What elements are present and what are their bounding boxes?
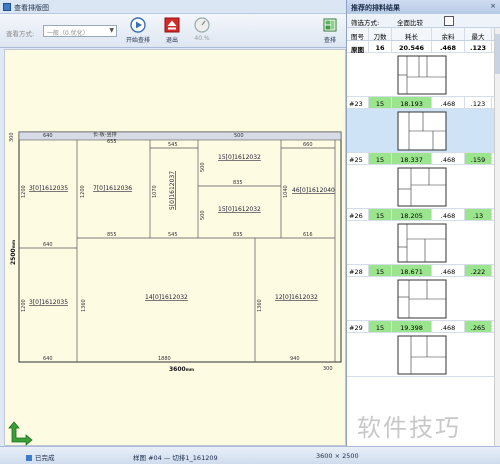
col-header[interactable]: 最大 [465, 28, 492, 41]
part-label: 7[0]1612036 [93, 185, 132, 192]
dim-label: 500 [200, 162, 206, 172]
watermark: 软件技巧 [357, 414, 461, 442]
dim-label: 1040 [283, 185, 289, 198]
part-label: 14[0]1612032 [145, 294, 188, 301]
result-row[interactable]: #25 15 18.337 .468 .159 [347, 153, 500, 165]
layout-thumbnail[interactable] [347, 277, 500, 321]
start-layout-button[interactable]: 开始查排 [122, 17, 154, 47]
dim-label: 835 [233, 232, 243, 238]
results-panel-title: 推荐的排料结果 × [347, 0, 500, 14]
status-right: 3600 × 2500 [316, 452, 359, 460]
part-label: 5[0]1612037 [169, 171, 176, 210]
sheet-label: 长-板-竖排 [93, 131, 117, 138]
result-row[interactable]: #28 15 18.671 .468 .222 [347, 265, 500, 277]
layout-canvas: 3[0]1612035 3[0]1612035 7[0]1612036 5[0]… [4, 49, 346, 446]
dim-label: 1070 [152, 185, 158, 198]
chevron-down-icon: ▼ [109, 27, 114, 34]
result-row[interactable]: #29 15 19.398 .468 .265 [347, 321, 500, 333]
filter-label: 筛选方式: [351, 19, 380, 27]
exit-icon [164, 17, 180, 33]
dim-label: 1360 [81, 299, 87, 312]
exit-button[interactable]: 退出 [156, 17, 188, 47]
col-header[interactable]: 耗长 [392, 28, 432, 41]
thumbnail-preview [397, 335, 447, 375]
part-label: 46[0]1612040 [292, 187, 335, 194]
thumbnail-preview [397, 167, 447, 207]
window-title: 查看排版图 [14, 4, 49, 12]
thumbnail-preview [397, 111, 447, 151]
progress-button[interactable]: 40.% [186, 17, 218, 47]
layout-thumbnail[interactable] [347, 221, 500, 265]
dim-label: 500 [200, 210, 206, 220]
dim-label: 616 [303, 232, 313, 238]
dim-label: 640 [43, 242, 53, 248]
filter-select[interactable]: 全面比较 [397, 17, 423, 27]
filter-bar: 筛选方式: 全面比较 [347, 14, 500, 28]
app-icon [3, 3, 11, 11]
dim-label: 1200 [21, 185, 27, 198]
dim-label: 855 [107, 232, 117, 238]
layout-view-button[interactable]: 查排 [314, 17, 346, 47]
dim-label: 545 [168, 232, 178, 238]
results-header: 图号 刀数 耗长 余料 最大 [347, 28, 500, 41]
layout-icon [323, 18, 337, 32]
dim-label: 1200 [21, 299, 27, 312]
scrollbar-thumb[interactable] [495, 34, 500, 74]
grid-icon[interactable] [444, 16, 454, 26]
trim-strip [18, 131, 342, 141]
results-scrollbar[interactable] [494, 28, 500, 446]
trim-top-label: 300 [9, 132, 15, 142]
close-icon[interactable]: × [490, 2, 496, 10]
dim-label: 640 [43, 133, 53, 139]
dim-label: 640 [43, 356, 53, 362]
layout-thumbnail[interactable] [347, 53, 500, 97]
summary-row[interactable]: 原图 16 20.546 .468 .123 [347, 41, 500, 54]
sheet-label-2: 655 [107, 139, 117, 145]
trim-right-label: 300 [323, 366, 333, 372]
col-header[interactable]: 图号 [347, 28, 369, 41]
view-mode-label: 查看方式: [6, 30, 35, 38]
dim-label: 1200 [80, 185, 86, 198]
thumbnail-preview [397, 223, 447, 263]
dim-label: 500 [234, 133, 244, 139]
view-mode-select[interactable]: 一般（0.优化） ▼ [43, 25, 117, 37]
gauge-icon [194, 17, 210, 33]
board-outline [18, 131, 342, 363]
status-middle: 样图 #04 — 切排1_161209 [133, 454, 218, 462]
cutting-diagram: 3[0]1612035 3[0]1612035 7[0]1612036 5[0]… [9, 131, 342, 373]
dim-label: 660 [303, 142, 313, 148]
part-label: 15[0]1612032 [218, 154, 261, 161]
col-header[interactable]: 刀数 [369, 28, 392, 41]
layout-thumbnail[interactable] [347, 333, 500, 377]
play-icon [130, 17, 146, 33]
status-bar: 已完成 样图 #04 — 切排1_161209 3600 × 2500 [0, 446, 500, 464]
part-label: 3[0]1612035 [29, 185, 68, 192]
result-row[interactable]: #26 15 18.205 .468 .13 [347, 209, 500, 221]
thumbnail-preview [397, 279, 447, 319]
board-width-label: 3600mm [169, 366, 194, 373]
window-titlebar: 查看排版图 [0, 0, 346, 14]
status-icon [26, 455, 32, 461]
board-height-label: 2500mm [10, 240, 17, 265]
toolbar: 查看方式: 一般（0.优化） ▼ 开始查排 退出 40.% 查排 [0, 14, 346, 48]
status-left: 已完成 [26, 452, 55, 462]
layout-thumbnail[interactable] [347, 165, 500, 209]
dim-label: 545 [168, 142, 178, 148]
dim-label: 1360 [257, 299, 263, 312]
axis-gizmo-icon [8, 421, 33, 446]
dim-label: 835 [233, 180, 243, 186]
layout-thumbnail-selected[interactable] [347, 109, 500, 153]
dim-label: 940 [290, 356, 300, 362]
part-label: 15[0]1612032 [218, 206, 261, 213]
dim-label: 1880 [158, 356, 171, 362]
part-label: 12[0]1612032 [275, 294, 318, 301]
part-label: 3[0]1612035 [29, 299, 68, 306]
thumbnail-preview [397, 55, 447, 95]
result-row[interactable]: #23 15 18.193 .468 .123 [347, 97, 500, 109]
col-header[interactable]: 余料 [432, 28, 465, 41]
results-panel: 推荐的排料结果 × 筛选方式: 全面比较 图号 刀数 耗长 余料 最大 原图 1… [346, 0, 500, 446]
